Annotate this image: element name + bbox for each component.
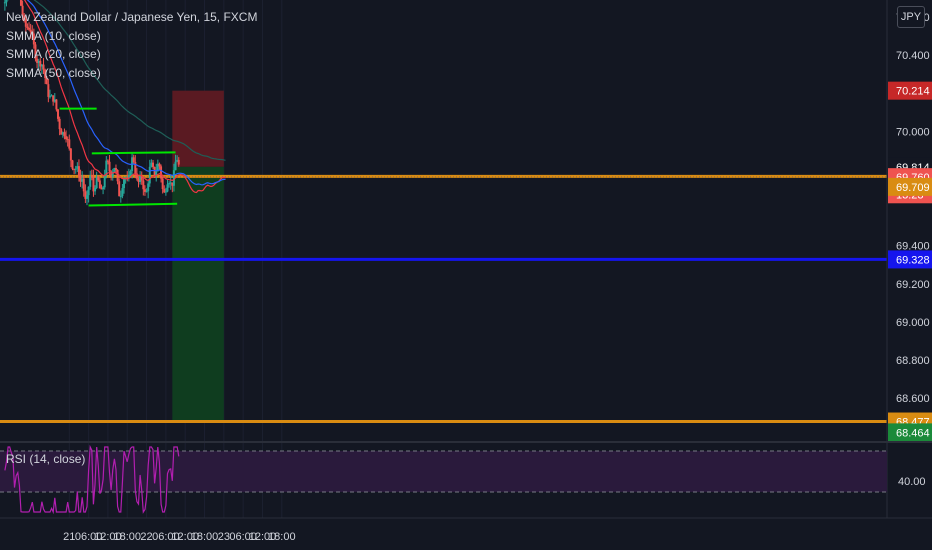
candle-body: [82, 178, 85, 192]
candle-body: [132, 157, 135, 163]
candle-body: [166, 184, 169, 192]
time-tick-label: 22: [140, 531, 152, 543]
price-label-text: 69.709: [896, 182, 930, 194]
candle-body: [114, 167, 117, 171]
candle-body: [89, 175, 92, 187]
candle-body: [69, 148, 72, 161]
candle-body: [74, 168, 77, 170]
candle-body: [152, 162, 154, 167]
price-label-text: 69.328: [896, 254, 930, 266]
candle-body: [147, 183, 150, 192]
time-tick-label: 23: [218, 531, 230, 543]
candle-body: [145, 191, 148, 193]
candle-body: [71, 160, 74, 169]
price-tick-label: 68.600: [896, 393, 930, 405]
time-tick-label: 18:00: [268, 531, 296, 543]
price-tick-label: 69.000: [896, 317, 930, 329]
candle-body: [102, 187, 105, 190]
candle-body: [160, 166, 163, 179]
candle-body: [87, 186, 90, 196]
candle-body: [19, 0, 22, 6]
price-tick-label: 69.200: [896, 279, 930, 291]
candle-body: [142, 180, 145, 190]
candle-body: [57, 109, 60, 119]
price-label-level_blue: 69.328: [888, 250, 932, 269]
candle-body: [108, 161, 111, 172]
candle-body: [94, 188, 97, 192]
candle-body: [3, 2, 6, 4]
price-label-level: 69.709: [888, 177, 932, 196]
candle-body: [116, 170, 119, 182]
price-tick-label: 70.000: [896, 126, 930, 138]
candle-body: [5, 0, 8, 3]
candle-body: [174, 161, 177, 171]
candle-body: [106, 160, 109, 162]
candle-body: [148, 166, 151, 184]
candle-body: [161, 178, 164, 190]
smma10-legend[interactable]: SMMA (10, close): [6, 29, 101, 43]
candle-body: [63, 132, 66, 137]
price-tick-label: 68.800: [896, 355, 930, 367]
price-label-text: 68.464: [896, 427, 930, 439]
price-label-stop: 70.214: [888, 81, 932, 100]
candle-body: [85, 195, 88, 199]
price-label-partial: 68.464: [888, 423, 932, 442]
rsi-band: [0, 451, 887, 492]
candle-body: [97, 176, 100, 181]
symbol-title[interactable]: New Zealand Dollar / Japanese Yen, 15, F…: [6, 10, 257, 24]
candle-body: [47, 84, 50, 97]
candle-body: [65, 136, 68, 140]
target-zone: [172, 166, 224, 422]
smma50-legend[interactable]: SMMA (50, close): [6, 66, 101, 80]
price-label-text: 70.214: [896, 86, 930, 98]
candle-body: [103, 175, 106, 188]
candle-body: [158, 163, 161, 167]
smma20-legend[interactable]: SMMA (20, close): [6, 47, 101, 61]
candle-body: [68, 139, 71, 149]
candle-body: [121, 188, 124, 197]
candle-body: [98, 180, 101, 189]
time-tick-label: 21: [63, 531, 75, 543]
candle-body: [123, 178, 126, 189]
candle-body: [55, 99, 58, 110]
candle-body: [26, 26, 29, 28]
candle-body: [48, 96, 51, 98]
rsi-legend[interactable]: RSI (14, close): [6, 452, 85, 466]
candle-body: [164, 191, 167, 193]
price-tick-label: 70.400: [896, 50, 930, 62]
stop-zone: [172, 90, 224, 167]
candle-body: [58, 118, 61, 130]
currency-button[interactable]: JPY: [897, 6, 925, 28]
rsi-tick-label: 40.00: [898, 476, 926, 488]
time-tick-label: 18:00: [191, 531, 219, 543]
candle-body: [77, 166, 80, 177]
trend-line-1: [91, 151, 176, 155]
candle-body: [118, 181, 121, 197]
candle-body: [119, 196, 122, 198]
candle-body: [129, 171, 132, 175]
time-tick-label: 18:00: [113, 531, 141, 543]
candle-body: [177, 159, 180, 165]
chart-canvas[interactable]: 70.60070.40070.00069.40069.20069.00068.8…: [0, 0, 932, 550]
